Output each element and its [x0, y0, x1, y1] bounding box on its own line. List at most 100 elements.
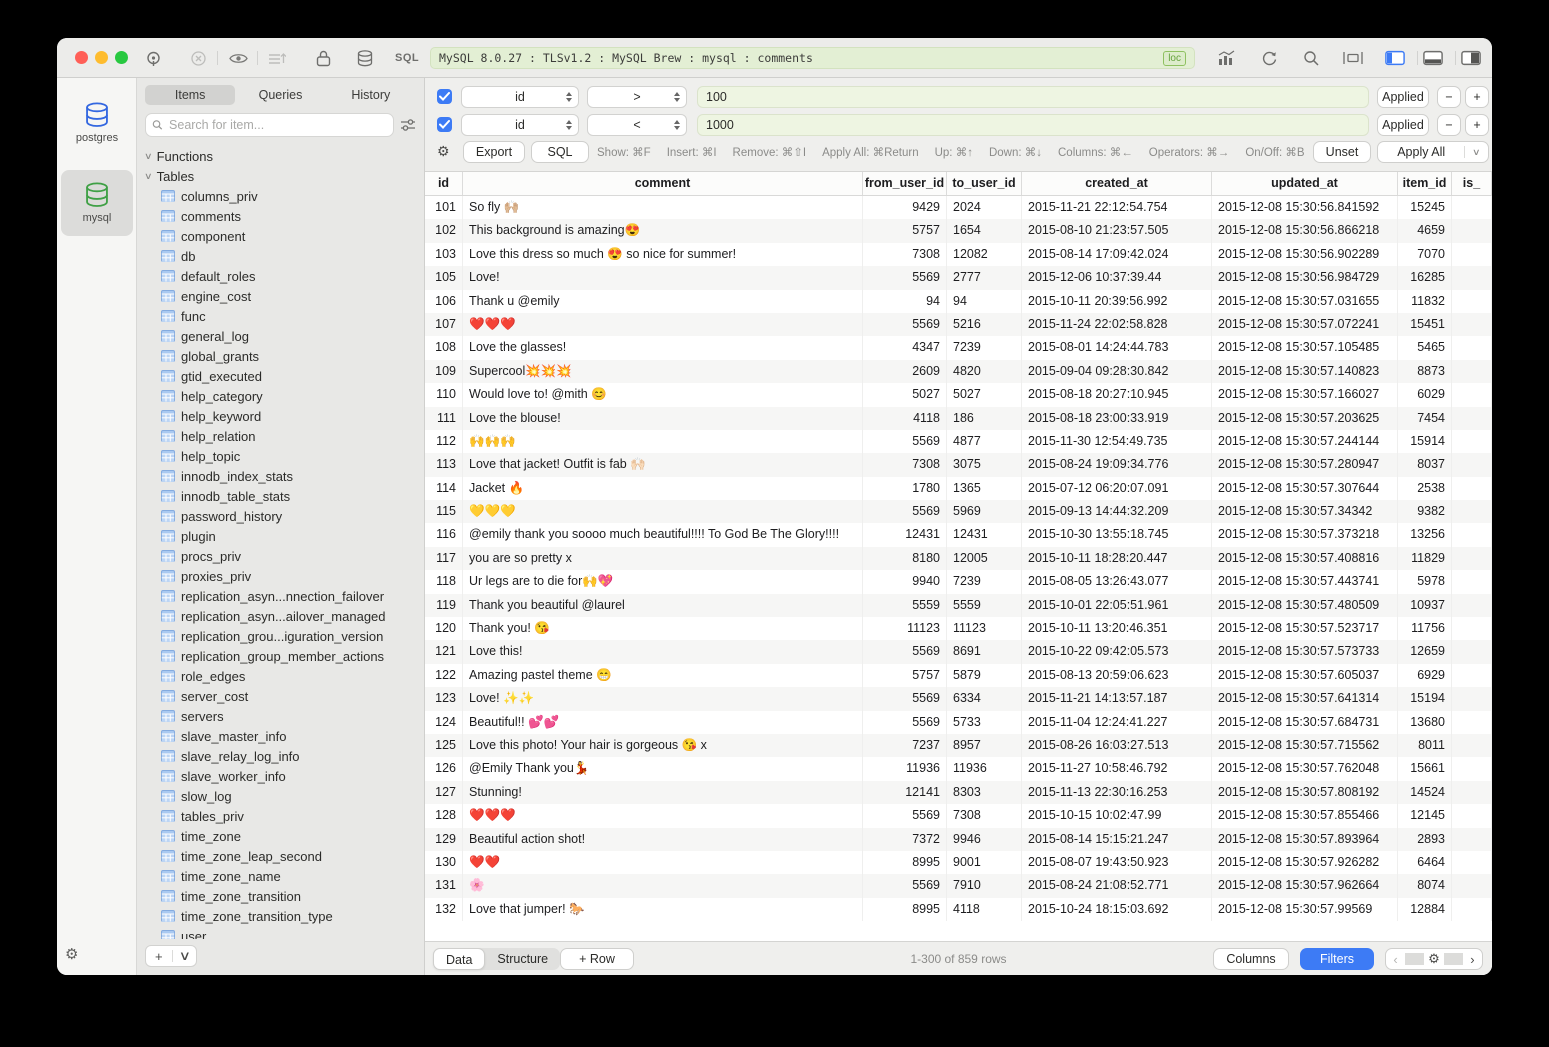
sidebar-item-table[interactable]: role_edges [137, 666, 424, 686]
cell-item_id[interactable]: 5978 [1398, 570, 1452, 593]
cell-created_at[interactable]: 2015-08-14 17:09:42.024 [1022, 243, 1212, 266]
cell-updated_at[interactable]: 2015-12-08 15:30:57.99569 [1212, 898, 1398, 921]
cell-from_user_id[interactable]: 4347 [863, 336, 947, 359]
cell-id[interactable]: 130 [425, 851, 463, 874]
cell-id[interactable]: 127 [425, 781, 463, 804]
cell-item_id[interactable]: 12659 [1398, 640, 1452, 663]
cell-to_user_id[interactable]: 8303 [947, 781, 1022, 804]
cell-id[interactable]: 112 [425, 430, 463, 453]
cell-from_user_id[interactable]: 8180 [863, 547, 947, 570]
cell-item_id[interactable]: 9382 [1398, 500, 1452, 523]
cell-comment[interactable]: Jacket 🔥 [463, 477, 863, 500]
table-row[interactable]: 126@Emily Thank you💃11936119362015-11-27… [425, 757, 1492, 780]
cell-is_[interactable] [1452, 500, 1492, 523]
cell-is_[interactable] [1452, 898, 1492, 921]
cell-item_id[interactable]: 11756 [1398, 617, 1452, 640]
cell-is_[interactable] [1452, 290, 1492, 313]
table-row[interactable]: 101So fly 🙌🏼942920242015-11-21 22:12:54.… [425, 196, 1492, 219]
cell-to_user_id[interactable]: 12005 [947, 547, 1022, 570]
cell-from_user_id[interactable]: 8995 [863, 898, 947, 921]
cell-updated_at[interactable]: 2015-12-08 15:30:57.605037 [1212, 664, 1398, 687]
cell-updated_at[interactable]: 2015-12-08 15:30:57.641314 [1212, 687, 1398, 710]
cell-created_at[interactable]: 2015-10-11 18:28:20.447 [1022, 547, 1212, 570]
cell-created_at[interactable]: 2015-11-30 12:54:49.735 [1022, 430, 1212, 453]
table-row[interactable]: 129Beautiful action shot!737299462015-08… [425, 828, 1492, 851]
table-row[interactable]: 119Thank you beautiful @laurel5559555920… [425, 594, 1492, 617]
sidebar-item-table[interactable]: columns_priv [137, 186, 424, 206]
cell-from_user_id[interactable]: 5757 [863, 664, 947, 687]
cell-to_user_id[interactable]: 1654 [947, 219, 1022, 242]
cell-id[interactable]: 132 [425, 898, 463, 921]
sidebar-item-table[interactable]: tables_priv [137, 806, 424, 826]
cell-comment[interactable]: Love! ✨✨ [463, 687, 863, 710]
database-icon[interactable] [355, 48, 375, 68]
cell-from_user_id[interactable]: 5569 [863, 430, 947, 453]
sidebar-item-table[interactable]: time_zone_transition_type [137, 906, 424, 926]
table-row[interactable]: 108Love the glasses!434772392015-08-01 1… [425, 336, 1492, 359]
cell-comment[interactable]: Love that jacket! Outfit is fab 🙌🏻 [463, 453, 863, 476]
cell-comment[interactable]: Love! [463, 266, 863, 289]
sidebar-item-table[interactable]: component [137, 226, 424, 246]
filter-operator-select[interactable]: > [587, 86, 687, 108]
cell-created_at[interactable]: 2015-08-14 15:15:21.247 [1022, 828, 1212, 851]
sidebar-item-table[interactable]: general_log [137, 326, 424, 346]
cell-updated_at[interactable]: 2015-12-08 15:30:57.480509 [1212, 594, 1398, 617]
filter-applied-button[interactable]: Applied [1377, 86, 1429, 108]
cell-from_user_id[interactable]: 5559 [863, 594, 947, 617]
cell-from_user_id[interactable]: 5569 [863, 687, 947, 710]
cell-comment[interactable]: Beautiful action shot! [463, 828, 863, 851]
sidebar-item-table[interactable]: time_zone [137, 826, 424, 846]
cell-is_[interactable] [1452, 687, 1492, 710]
cell-to_user_id[interactable]: 7308 [947, 804, 1022, 827]
table-row[interactable]: 123Love! ✨✨556963342015-11-21 14:13:57.1… [425, 687, 1492, 710]
add-filter-button[interactable]: + [1465, 114, 1489, 136]
cell-from_user_id[interactable]: 9429 [863, 196, 947, 219]
column-header-item_id[interactable]: item_id [1398, 172, 1452, 195]
cell-updated_at[interactable]: 2015-12-08 15:30:57.105485 [1212, 336, 1398, 359]
tree-group-functions[interactable]: ∨ Functions [137, 146, 424, 166]
cell-to_user_id[interactable]: 3075 [947, 453, 1022, 476]
cell-is_[interactable] [1452, 547, 1492, 570]
toggle-left-panel-icon[interactable] [1385, 48, 1405, 68]
prev-page-icon[interactable]: ‹ [1386, 952, 1405, 967]
cell-updated_at[interactable]: 2015-12-08 15:30:57.072241 [1212, 313, 1398, 336]
column-header-comment[interactable]: comment [463, 172, 863, 195]
cell-is_[interactable] [1452, 781, 1492, 804]
cell-created_at[interactable]: 2015-11-21 14:13:57.187 [1022, 687, 1212, 710]
tab-queries[interactable]: Queries [235, 85, 325, 105]
cell-to_user_id[interactable]: 4118 [947, 898, 1022, 921]
cell-updated_at[interactable]: 2015-12-08 15:30:56.866218 [1212, 219, 1398, 242]
cell-updated_at[interactable]: 2015-12-08 15:30:57.573733 [1212, 640, 1398, 663]
cell-from_user_id[interactable]: 7372 [863, 828, 947, 851]
column-header-id[interactable]: id [425, 172, 463, 195]
cell-updated_at[interactable]: 2015-12-08 15:30:57.893964 [1212, 828, 1398, 851]
table-row[interactable]: 131🌸556979102015-08-24 21:08:52.7712015-… [425, 874, 1492, 897]
cell-updated_at[interactable]: 2015-12-08 15:30:57.280947 [1212, 453, 1398, 476]
table-row[interactable]: 115💛💛💛556959692015-09-13 14:44:32.209201… [425, 500, 1492, 523]
cell-to_user_id[interactable]: 8957 [947, 734, 1022, 757]
cell-id[interactable]: 109 [425, 360, 463, 383]
sidebar-item-table[interactable]: replication_group_member_actions [137, 646, 424, 666]
cell-comment[interactable]: Thank you beautiful @laurel [463, 594, 863, 617]
sidebar-item-table[interactable]: server_cost [137, 686, 424, 706]
filter-column-select[interactable]: id [461, 86, 579, 108]
minimize-window-button[interactable] [95, 51, 108, 64]
table-row[interactable]: 112🙌🙌🙌556948772015-11-30 12:54:49.735201… [425, 430, 1492, 453]
search-icon[interactable] [1301, 48, 1321, 68]
cell-is_[interactable] [1452, 477, 1492, 500]
sidebar-item-table[interactable]: time_zone_transition [137, 886, 424, 906]
cell-from_user_id[interactable]: 5569 [863, 313, 947, 336]
add-filter-button[interactable]: + [1465, 86, 1489, 108]
table-row[interactable]: 103Love this dress so much 😍 so nice for… [425, 243, 1492, 266]
cell-from_user_id[interactable]: 11936 [863, 757, 947, 780]
cell-comment[interactable]: Beautiful!! 💕💕 [463, 711, 863, 734]
cell-is_[interactable] [1452, 196, 1492, 219]
cell-item_id[interactable]: 13256 [1398, 523, 1452, 546]
cell-is_[interactable] [1452, 874, 1492, 897]
table-row[interactable]: 116@emily thank you soooo much beautiful… [425, 523, 1492, 546]
sidebar-item-table[interactable]: slave_master_info [137, 726, 424, 746]
cell-item_id[interactable]: 10937 [1398, 594, 1452, 617]
cell-to_user_id[interactable]: 2024 [947, 196, 1022, 219]
cell-created_at[interactable]: 2015-10-11 13:20:46.351 [1022, 617, 1212, 640]
cell-updated_at[interactable]: 2015-12-08 15:30:57.373218 [1212, 523, 1398, 546]
